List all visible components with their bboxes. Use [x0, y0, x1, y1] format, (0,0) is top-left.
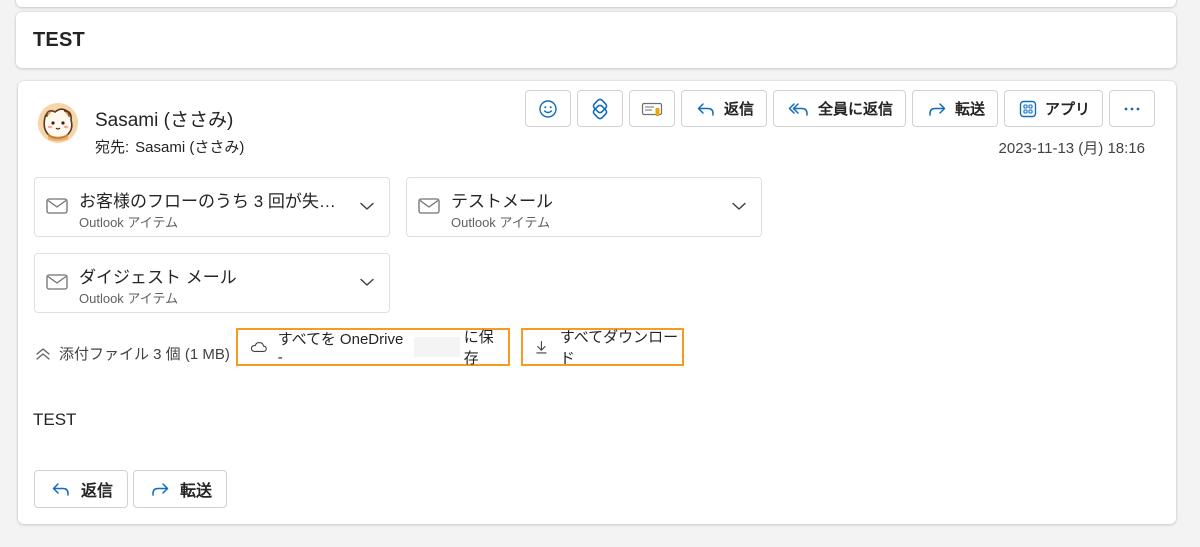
attachment-item[interactable]: お客様のフローのうち 3 回が失… Outlook アイテム: [34, 177, 390, 237]
recipient-label: 宛先:: [95, 139, 130, 156]
message-body: TEST: [33, 410, 77, 429]
footer-forward-label: 転送: [180, 483, 213, 500]
download-all-label: すべてダウンロード: [559, 329, 679, 367]
loop-button[interactable]: [576, 90, 623, 127]
loop-icon: [592, 98, 608, 119]
attachments-summary: 添付ファイル 3 個 (1 MB): [59, 346, 230, 363]
save-all-suffix: に保存: [463, 329, 494, 367]
email-subject: TEST: [33, 29, 85, 51]
mail-icon: [46, 198, 68, 214]
reply-button[interactable]: 返信: [680, 90, 767, 127]
reply-all-label: 全員に返信: [817, 101, 893, 118]
mail-icon: [418, 198, 440, 214]
save-all-prefix: すべてを OneDrive -: [277, 331, 404, 366]
reply-label: 返信: [723, 101, 754, 118]
chevron-down-icon[interactable]: [731, 200, 747, 212]
reply-all-icon: [788, 102, 808, 116]
subject-header: TEST: [16, 12, 1176, 68]
mail-icon: [46, 274, 68, 290]
attachment-subtitle: Outlook アイテム: [451, 215, 551, 230]
attachment-title: テストメール: [451, 192, 553, 211]
more-actions-button[interactable]: [1109, 90, 1155, 127]
reply-icon: [52, 483, 69, 496]
attachments-toggle[interactable]: 添付ファイル 3 個 (1 MB): [35, 343, 230, 364]
previous-card-edge: [16, 0, 1176, 7]
apps-label: アプリ: [1044, 101, 1090, 118]
message-datetime: 2023-11-13 (月) 18:16: [998, 140, 1145, 157]
sender-name[interactable]: Sasami (ささみ): [95, 105, 233, 132]
emoji-icon: [539, 99, 557, 118]
download-icon: [536, 340, 547, 354]
reply-all-button[interactable]: 全員に返信: [772, 90, 906, 127]
recipient-line: 宛先: Sasami (ささみ): [95, 136, 250, 157]
footer-reply-label: 返信: [81, 483, 114, 500]
reply-icon: [697, 102, 714, 116]
forward-icon: [152, 483, 169, 496]
more-icon: [1124, 107, 1140, 110]
immersive-reader-icon: [641, 102, 663, 116]
apps-icon: [1019, 100, 1037, 117]
attachment-title: ダイジェスト メール: [79, 268, 237, 287]
forward-icon: [929, 102, 946, 116]
emoji-reaction-button[interactable]: [524, 90, 571, 127]
sender-avatar[interactable]: [38, 103, 78, 143]
forward-button[interactable]: 転送: [911, 90, 998, 127]
chevron-down-icon[interactable]: [359, 200, 375, 212]
attachment-subtitle: Outlook アイテム: [79, 215, 179, 230]
message-toolbar: 返信 全員に返信 転送 アプリ: [524, 90, 1155, 127]
immersive-reader-button[interactable]: [628, 90, 675, 127]
message-card: Sasami (ささみ) 宛先: Sasami (ささみ) 2023-11-13 …: [18, 81, 1176, 524]
apps-button[interactable]: アプリ: [1003, 90, 1103, 127]
recipient-name[interactable]: Sasami (ささみ): [135, 139, 244, 156]
attachment-subtitle: Outlook アイテム: [79, 291, 179, 306]
footer-reply-button[interactable]: 返信: [34, 470, 129, 508]
footer-forward-button[interactable]: 転送: [133, 470, 228, 508]
chevron-up-icon: [36, 347, 50, 360]
redacted-account-name: [414, 337, 460, 357]
forward-label: 転送: [954, 101, 985, 118]
attachment-title: お客様のフローのうち 3 回が失…: [79, 192, 336, 211]
download-all-button[interactable]: すべてダウンロード: [521, 328, 684, 367]
attachment-item[interactable]: テストメール Outlook アイテム: [406, 177, 762, 237]
cloud-icon: [250, 342, 267, 352]
save-all-to-onedrive-button[interactable]: すべてを OneDrive - に保存: [236, 328, 510, 367]
attachment-item[interactable]: ダイジェスト メール Outlook アイテム: [34, 253, 390, 313]
chevron-down-icon[interactable]: [359, 276, 375, 288]
